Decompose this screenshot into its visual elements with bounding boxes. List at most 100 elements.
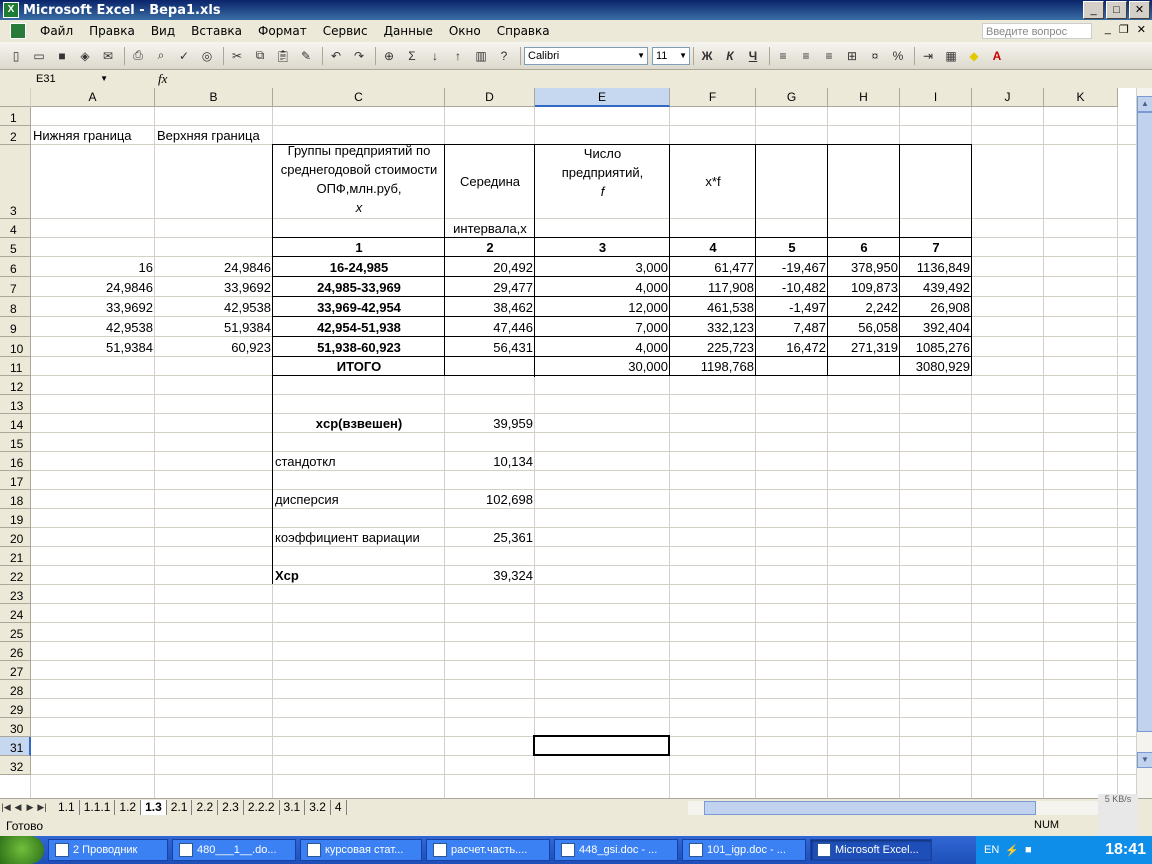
stat-value[interactable]: 10,134 <box>445 452 535 471</box>
name-box[interactable]: E31 ▼ <box>2 71 112 87</box>
align-right-icon[interactable]: ≡ <box>819 46 839 66</box>
row-header[interactable]: 5 <box>0 238 31 257</box>
row-header[interactable]: 18 <box>0 490 31 509</box>
sheet-tab[interactable]: 4 <box>331 800 347 815</box>
menu-help[interactable]: Справка <box>489 24 558 38</box>
cell-d2[interactable]: Середина <box>445 145 535 219</box>
table-cell[interactable]: 1085,276 <box>900 337 972 357</box>
currency-icon[interactable]: ¤ <box>865 46 885 66</box>
row-header[interactable]: 14 <box>0 414 31 433</box>
header-number-cell[interactable]: 4 <box>670 238 756 257</box>
row-header[interactable]: 8 <box>0 297 31 317</box>
start-button[interactable] <box>0 836 44 864</box>
table-cell[interactable]: 16 <box>31 257 155 277</box>
row-header[interactable]: 17 <box>0 471 31 490</box>
tray-icon[interactable]: ⚡ <box>1005 844 1019 857</box>
chart-wizard-icon[interactable]: ▥ <box>471 46 491 66</box>
table-cell[interactable]: 3,000 <box>535 257 670 277</box>
table-cell[interactable]: 1136,849 <box>900 257 972 277</box>
print-icon[interactable]: ⎙ <box>128 46 148 66</box>
table-cell[interactable]: 12,000 <box>535 297 670 317</box>
row-header[interactable]: 30 <box>0 718 31 737</box>
select-all-corner[interactable] <box>0 88 31 107</box>
menu-tools[interactable]: Сервис <box>315 24 376 38</box>
menu-insert[interactable]: Вставка <box>183 24 250 38</box>
help-icon[interactable]: ? <box>494 46 514 66</box>
column-header-i[interactable]: I <box>900 88 972 107</box>
bold-button[interactable]: Ж <box>697 46 717 66</box>
table-cell[interactable]: 271,319 <box>828 337 900 357</box>
column-header-c[interactable]: C <box>273 88 445 107</box>
table-cell[interactable]: 439,492 <box>900 277 972 297</box>
merge-center-icon[interactable]: ⊞ <box>842 46 862 66</box>
fill-color-icon[interactable]: ◆ <box>964 46 984 66</box>
row-header[interactable]: 10 <box>0 337 31 357</box>
row-header[interactable]: 32 <box>0 756 31 775</box>
row-header[interactable]: 23 <box>0 585 31 604</box>
research-icon[interactable]: ◎ <box>197 46 217 66</box>
table-cell[interactable]: 16-24,985 <box>273 257 445 277</box>
header-number-cell[interactable]: 7 <box>900 238 972 257</box>
align-center-icon[interactable]: ≡ <box>796 46 816 66</box>
sort-desc-icon[interactable]: ↑ <box>448 46 468 66</box>
taskbar-button[interactable]: 480___1__.do... <box>172 839 296 861</box>
table-cell[interactable]: 378,950 <box>828 257 900 277</box>
table-cell[interactable]: 33,9692 <box>155 277 273 297</box>
font-size-select[interactable]: 11 ▼ <box>652 46 690 65</box>
stat-label[interactable]: дисперсия <box>273 490 445 509</box>
copy-icon[interactable]: ⧉ <box>250 46 270 66</box>
sheet-tab[interactable]: 1.3 <box>141 800 167 815</box>
cell-a2[interactable]: Нижняя граница <box>31 126 155 145</box>
stat-value[interactable]: 25,361 <box>445 528 535 547</box>
redo-icon[interactable]: ↷ <box>349 46 369 66</box>
taskbar-button[interactable]: расчет.часть.... <box>426 839 550 861</box>
stat-label[interactable]: Xcp <box>273 566 445 585</box>
last-sheet-icon[interactable]: ▶| <box>36 802 48 813</box>
workbook-icon[interactable] <box>10 23 26 39</box>
column-header-k[interactable]: K <box>1044 88 1118 107</box>
font-name-select[interactable]: Calibri ▼ <box>524 46 648 65</box>
table-cell[interactable]: 42,9538 <box>155 297 273 317</box>
sheet-tab[interactable]: 2.2 <box>192 800 219 815</box>
table-cell[interactable]: 24,9846 <box>155 257 273 277</box>
table-cell[interactable]: 51,9384 <box>31 337 155 357</box>
new-icon[interactable]: ▯ <box>6 46 26 66</box>
print-preview-icon[interactable]: ⌕ <box>151 46 171 66</box>
table-cell[interactable]: 29,477 <box>445 277 535 297</box>
row-header[interactable]: 7 <box>0 277 31 297</box>
table-cell[interactable]: 42,954-51,938 <box>273 317 445 337</box>
column-header-h[interactable]: H <box>828 88 900 107</box>
row-header[interactable]: 26 <box>0 642 31 661</box>
column-header-d[interactable]: D <box>445 88 535 107</box>
sheet-tab[interactable]: 1.1 <box>54 800 80 815</box>
stat-label[interactable]: стандоткл <box>273 452 445 471</box>
borders-icon[interactable]: ▦ <box>941 46 961 66</box>
format-painter-icon[interactable]: ✎ <box>296 46 316 66</box>
row-header[interactable]: 1 <box>0 107 31 126</box>
column-header-g[interactable]: G <box>756 88 828 107</box>
maximize-button[interactable]: □ <box>1106 1 1127 19</box>
table-cell[interactable]: 33,969-42,954 <box>273 297 445 317</box>
scroll-down-icon[interactable]: ▼ <box>1137 752 1152 768</box>
cell-b2[interactable]: Верхняя граница <box>155 126 273 145</box>
table-cell[interactable]: 38,462 <box>445 297 535 317</box>
row-header[interactable]: 9 <box>0 317 31 337</box>
total-label[interactable]: ИТОГО <box>273 357 445 376</box>
row-header[interactable]: 24 <box>0 604 31 623</box>
table-cell[interactable]: 2,242 <box>828 297 900 317</box>
cut-icon[interactable]: ✂ <box>227 46 247 66</box>
stat-label[interactable]: xcp(взвешен) <box>273 414 445 433</box>
table-cell[interactable]: 20,492 <box>445 257 535 277</box>
header-number-cell[interactable]: 5 <box>756 238 828 257</box>
row-header[interactable]: 19 <box>0 509 31 528</box>
percent-button[interactable]: % <box>888 46 908 66</box>
sheet-tab[interactable]: 1.2 <box>115 800 142 815</box>
table-cell[interactable]: 461,538 <box>670 297 756 317</box>
help-question-input[interactable]: Введите вопрос <box>982 23 1092 39</box>
spreadsheet-grid[interactable]: A B C D E F G H I J K 1 2 3 4 5 6 7 8 9 10 11 12 13 14 15 16 17 18 19… <box>0 88 1136 798</box>
sheet-tab[interactable]: 2.2.2 <box>244 800 280 815</box>
header-number-cell[interactable]: 6 <box>828 238 900 257</box>
autosum-icon[interactable]: Σ <box>402 46 422 66</box>
tray-icon[interactable]: ■ <box>1025 844 1032 856</box>
menu-file[interactable]: Файл <box>32 24 81 38</box>
